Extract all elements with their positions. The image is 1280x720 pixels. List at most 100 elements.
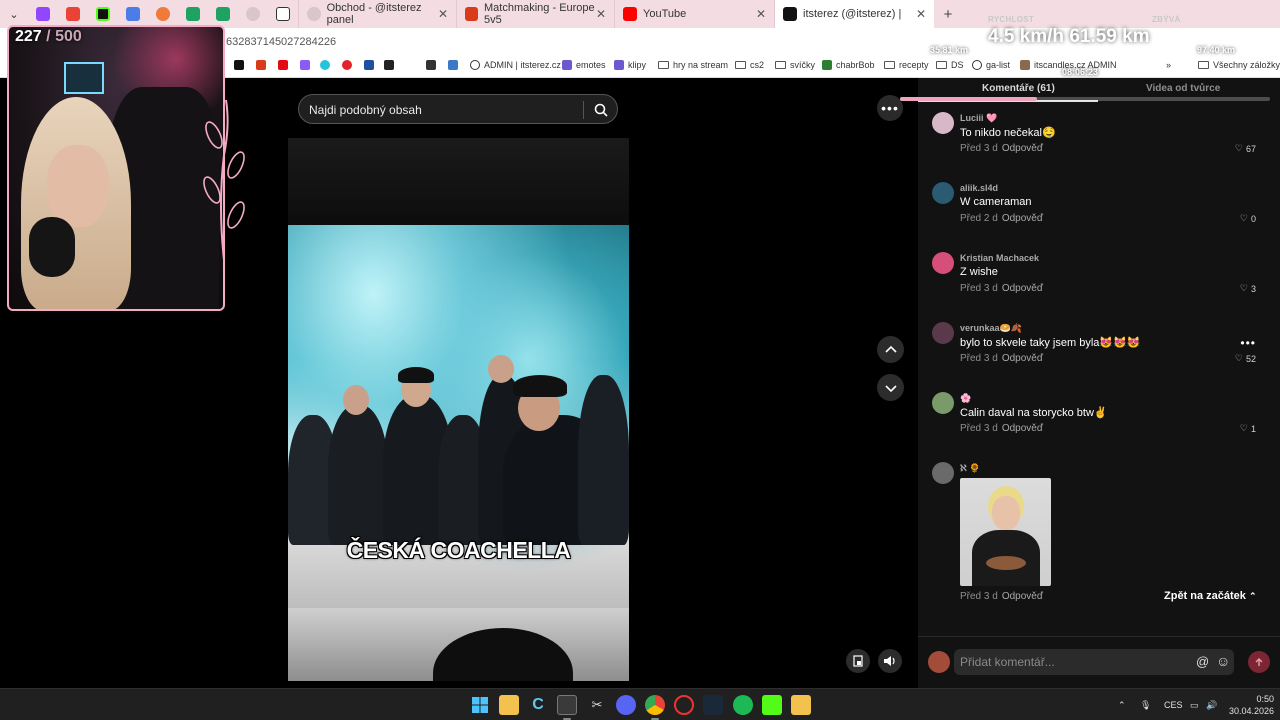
avatar[interactable] [932, 252, 954, 274]
bookmark-download[interactable] [426, 60, 436, 70]
bookmark-red[interactable] [342, 60, 352, 70]
snipping-icon[interactable]: ✂ [587, 695, 607, 715]
video-player[interactable]: ČESKÁ COACHELLA [288, 138, 629, 681]
comment-input[interactable] [960, 653, 1190, 671]
bookmark-x[interactable] [234, 60, 244, 70]
reply-button[interactable]: Odpověď [1002, 423, 1043, 434]
pinned-tab-calendar[interactable] [118, 0, 148, 28]
start-button[interactable] [470, 695, 490, 715]
comment-username[interactable]: aliik.sl4d [960, 183, 998, 193]
close-icon[interactable]: ✕ [596, 7, 606, 21]
tab-search-dropdown-icon[interactable]: ⌄ [0, 0, 28, 28]
windows-taskbar: C ✂ ⌃ 🎙 CES ▭ 🔊 0:50 30.04.2026 [0, 688, 1280, 720]
pinned-tab-sheets-1[interactable] [178, 0, 208, 28]
app-icon [562, 60, 572, 70]
app-icon [156, 7, 170, 21]
volume-button[interactable] [878, 649, 902, 673]
avatar[interactable] [928, 651, 950, 673]
notion-icon [276, 7, 290, 21]
bookmark-ttv[interactable] [300, 60, 310, 70]
comment-image[interactable] [960, 478, 1051, 586]
bookmark-fo[interactable] [384, 60, 394, 70]
bookmark-paypal[interactable] [364, 60, 374, 70]
reply-button[interactable]: Odpověď [1002, 213, 1043, 224]
tab-youtube[interactable]: YouTube ✕ [614, 0, 774, 28]
chrome-icon[interactable] [645, 695, 665, 715]
comment-more-icon[interactable]: ••• [1240, 336, 1256, 350]
language-indicator[interactable]: CES [1164, 689, 1183, 720]
reply-button[interactable]: Odpověď [1002, 591, 1043, 602]
close-icon[interactable]: ✕ [438, 7, 448, 21]
chevron-up-icon [884, 345, 897, 353]
pinned-tab-blank[interactable] [238, 0, 268, 28]
search-button[interactable] [589, 98, 613, 122]
bookmark-admin[interactable]: ADMIN | itsterez.cz [470, 60, 561, 70]
kick-icon[interactable] [762, 695, 782, 715]
bookmark-cs2[interactable]: cs2 [735, 60, 764, 70]
clock[interactable]: 0:50 30.04.2026 [1224, 693, 1274, 717]
steam-icon[interactable] [703, 695, 723, 715]
tray-overflow-icon[interactable]: ⌃ [1118, 689, 1126, 720]
comment-username[interactable]: verunkaa🥯🍂 [960, 323, 1022, 334]
discord-icon[interactable] [616, 695, 636, 715]
mention-icon[interactable]: @ [1196, 654, 1209, 669]
like-count: 0 [1250, 213, 1256, 224]
clock-time: 0:50 [1256, 694, 1274, 704]
reply-button[interactable]: Odpověď [1002, 143, 1043, 154]
url-text[interactable]: 632837145027284226 [226, 36, 336, 48]
bookmark-emotes[interactable]: emotes [562, 60, 606, 70]
next-video-button[interactable] [877, 374, 904, 401]
like-button[interactable]: ♡ 0 [1240, 213, 1256, 224]
pinned-tab-orange[interactable] [148, 0, 178, 28]
obs-icon[interactable] [674, 695, 694, 715]
bookmark-chabrbob[interactable]: chabrBob [822, 60, 875, 70]
tab-matchmaking[interactable]: Matchmaking - Europe 5v5 ✕ [456, 0, 614, 28]
ccleaner-icon[interactable]: C [528, 695, 548, 715]
comment-composer: @ ☺ [918, 636, 1280, 688]
volume-icon[interactable]: 🔊 [1206, 689, 1217, 720]
bookmark-netflix[interactable] [278, 60, 288, 70]
close-icon[interactable]: ✕ [756, 7, 766, 21]
search-input[interactable] [309, 101, 579, 119]
bookmark-klipy[interactable]: klipy [614, 60, 646, 70]
bookmark-cyan[interactable] [320, 60, 330, 70]
pinned-tab-twitch[interactable] [28, 0, 58, 28]
bookmark-faceit[interactable] [256, 60, 266, 70]
terminal-icon[interactable] [557, 695, 577, 715]
avatar[interactable] [932, 462, 954, 484]
tab-obchod[interactable]: Obchod - @itsterez panel ✕ [298, 0, 456, 28]
reply-button[interactable]: Odpověď [1002, 353, 1043, 364]
pinned-tab-kick[interactable] [88, 0, 118, 28]
miniplayer-button[interactable] [846, 649, 870, 673]
bookmark-svicky[interactable]: svíčky [775, 60, 815, 70]
pinned-tab-gmail[interactable] [58, 0, 88, 28]
avatar[interactable] [932, 182, 954, 204]
comment-username[interactable]: Kristian Machacek [960, 253, 1039, 263]
like-button[interactable]: ♡ 67 [1235, 143, 1256, 154]
like-button[interactable]: ♡ 52 [1235, 353, 1256, 364]
webcam-microphone [29, 217, 75, 277]
avatar[interactable] [932, 112, 954, 134]
heart-icon: ♡ [1239, 423, 1248, 433]
notepad-icon[interactable] [791, 695, 811, 715]
like-button[interactable]: ♡ 1 [1240, 423, 1256, 434]
comment-username[interactable]: 🌸 [960, 393, 971, 404]
send-comment-button[interactable] [1248, 651, 1270, 673]
bookmark-hry[interactable]: hry na stream [658, 60, 728, 70]
avatar[interactable] [932, 322, 954, 344]
previous-video-button[interactable] [877, 336, 904, 363]
comment-username[interactable]: Luciii 🩷 [960, 113, 997, 124]
pinned-tab-sheets-2[interactable] [208, 0, 238, 28]
back-to-top-button[interactable]: Zpět na začátek ⌃ [1164, 590, 1268, 608]
pinned-tab-notion[interactable] [268, 0, 298, 28]
file-explorer-icon[interactable] [499, 695, 519, 715]
emoji-icon[interactable]: ☺ [1216, 653, 1230, 669]
avatar[interactable] [932, 392, 954, 414]
reply-button[interactable]: Odpověď [1002, 283, 1043, 294]
spotify-icon[interactable] [733, 695, 753, 715]
comment-username[interactable]: ℵ 🌻 [960, 463, 980, 474]
microphone-icon[interactable]: 🎙 [1140, 689, 1151, 720]
like-button[interactable]: ♡ 3 [1240, 283, 1256, 294]
bookmark-tool[interactable] [448, 60, 458, 70]
display-icon[interactable]: ▭ [1190, 689, 1199, 720]
